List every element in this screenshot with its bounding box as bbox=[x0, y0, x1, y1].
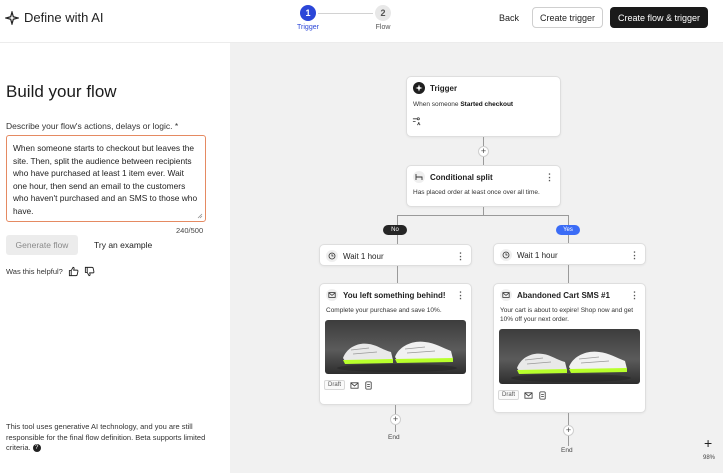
thumbs-up-icon[interactable] bbox=[68, 266, 79, 277]
more-options-icon[interactable]: ⋮ bbox=[456, 251, 465, 262]
envelope-icon[interactable] bbox=[524, 391, 533, 400]
zoom-in-button[interactable]: + bbox=[704, 436, 712, 450]
char-count: 240/500 bbox=[176, 226, 204, 235]
email-preview-text: Complete your purchase and save 10%. bbox=[326, 307, 442, 314]
trigger-metric: Started checkout bbox=[460, 101, 514, 108]
prompt-textarea[interactable]: When someone starts to checkout but leav… bbox=[6, 135, 206, 222]
document-icon[interactable] bbox=[538, 390, 547, 400]
branch-no-pill: No bbox=[383, 225, 407, 235]
connector-line bbox=[568, 265, 569, 283]
try-example-button[interactable]: Try an example bbox=[88, 235, 158, 255]
clock-icon bbox=[326, 250, 338, 262]
brand: Define with AI bbox=[5, 10, 104, 25]
sms-icon bbox=[500, 289, 512, 301]
add-step-button[interactable]: + bbox=[563, 425, 574, 436]
product-image bbox=[499, 329, 640, 384]
wait-label: Wait 1 hour bbox=[343, 251, 384, 261]
feedback-row: Was this helpful? bbox=[6, 266, 95, 277]
more-options-icon[interactable]: ⋮ bbox=[545, 172, 554, 183]
connector-line bbox=[483, 207, 484, 215]
clock-icon bbox=[500, 249, 512, 261]
card-header: Abandoned Cart SMS #1 ⋮ bbox=[494, 284, 645, 306]
back-button[interactable]: Back bbox=[493, 8, 525, 28]
panel-title: Build your flow bbox=[6, 82, 117, 101]
document-icon[interactable] bbox=[364, 380, 373, 390]
flow-canvas[interactable]: Trigger When someone Started checkout + … bbox=[230, 43, 723, 473]
thumbs-down-icon[interactable] bbox=[84, 266, 95, 277]
email-title: You left something behind! bbox=[343, 290, 446, 300]
add-step-button[interactable]: + bbox=[478, 146, 489, 157]
add-step-button[interactable]: + bbox=[390, 414, 401, 425]
create-flow-button[interactable]: Create flow & trigger bbox=[610, 7, 709, 28]
step-flow[interactable]: 2 Flow bbox=[371, 5, 395, 31]
ai-disclaimer: This tool uses generative AI technology,… bbox=[6, 422, 216, 454]
stepper-line bbox=[318, 13, 373, 14]
step-number: 2 bbox=[375, 5, 391, 21]
filter-settings-icon[interactable] bbox=[412, 117, 421, 126]
split-description: Has placed order at least once over all … bbox=[413, 189, 540, 196]
prompt-text: When someone starts to checkout but leav… bbox=[13, 143, 198, 216]
status-badge: Draft bbox=[498, 390, 520, 400]
question-icon[interactable]: ? bbox=[32, 444, 41, 453]
sms-preview-text: Your cart is about to expire! Shop now a… bbox=[500, 307, 634, 323]
zoom-level: 98% bbox=[703, 455, 716, 461]
sparkle-icon bbox=[5, 10, 19, 25]
sms-title: Abandoned Cart SMS #1 bbox=[517, 290, 610, 300]
sms-card[interactable]: Abandoned Cart SMS #1 ⋮ Your cart is abo… bbox=[493, 283, 646, 413]
page-title: Define with AI bbox=[24, 10, 104, 25]
step-label: Trigger bbox=[297, 24, 319, 31]
conditional-split-card[interactable]: Conditional split ⋮ Has placed order at … bbox=[406, 165, 561, 207]
card-tags bbox=[407, 117, 560, 126]
email-card[interactable]: You left something behind! ⋮ Complete yo… bbox=[319, 283, 472, 405]
prompt-label: Describe your flow's actions, delays or … bbox=[6, 121, 179, 131]
split-title: Conditional split bbox=[430, 172, 493, 182]
email-icon bbox=[326, 289, 338, 301]
generate-flow-button[interactable]: Generate flow bbox=[6, 235, 78, 255]
more-options-icon[interactable]: ⋮ bbox=[630, 290, 639, 301]
top-bar: Define with AI 1 Trigger 2 Flow Back Cre… bbox=[0, 0, 723, 43]
end-label: End bbox=[388, 434, 400, 441]
progress-stepper: 1 Trigger 2 Flow bbox=[296, 5, 396, 35]
card-header: Wait 1 hour ⋮ bbox=[494, 244, 645, 266]
card-header: Conditional split ⋮ bbox=[407, 166, 560, 188]
split-icon bbox=[413, 171, 425, 183]
wait-card-right[interactable]: Wait 1 hour ⋮ bbox=[493, 243, 646, 265]
status-badge: Draft bbox=[324, 380, 346, 390]
card-tags: Draft bbox=[494, 390, 645, 400]
build-panel: Build your flow Describe your flow's act… bbox=[0, 44, 230, 473]
envelope-icon[interactable] bbox=[350, 381, 359, 390]
end-label: End bbox=[561, 447, 573, 454]
sneaker-image-icon bbox=[337, 341, 457, 372]
card-header: Wait 1 hour ⋮ bbox=[320, 245, 471, 267]
trigger-bolt-icon bbox=[413, 82, 425, 94]
more-options-icon[interactable]: ⋮ bbox=[630, 250, 639, 261]
wait-card-left[interactable]: Wait 1 hour ⋮ bbox=[319, 244, 472, 266]
resize-handle-icon[interactable] bbox=[197, 213, 203, 219]
trigger-card[interactable]: Trigger When someone Started checkout bbox=[406, 76, 561, 137]
more-options-icon[interactable]: ⋮ bbox=[456, 290, 465, 301]
card-header: You left something behind! ⋮ bbox=[320, 284, 471, 306]
trigger-title: Trigger bbox=[430, 83, 458, 93]
card-tags: Draft bbox=[320, 380, 471, 390]
trigger-description: When someone Started checkout bbox=[407, 100, 560, 109]
trigger-desc-prefix: When someone bbox=[413, 101, 461, 108]
product-image bbox=[325, 320, 466, 374]
card-header: Trigger bbox=[407, 77, 560, 99]
branch-line-horizontal bbox=[397, 215, 569, 216]
step-number: 1 bbox=[300, 5, 316, 21]
step-label: Flow bbox=[375, 24, 391, 31]
step-trigger[interactable]: 1 Trigger bbox=[296, 5, 320, 31]
wait-label: Wait 1 hour bbox=[517, 250, 558, 260]
branch-yes-pill: Yes bbox=[556, 225, 580, 235]
sneaker-image-icon bbox=[511, 351, 631, 382]
connector-line bbox=[397, 266, 398, 283]
create-trigger-button[interactable]: Create trigger bbox=[532, 7, 604, 28]
feedback-label: Was this helpful? bbox=[6, 267, 63, 276]
